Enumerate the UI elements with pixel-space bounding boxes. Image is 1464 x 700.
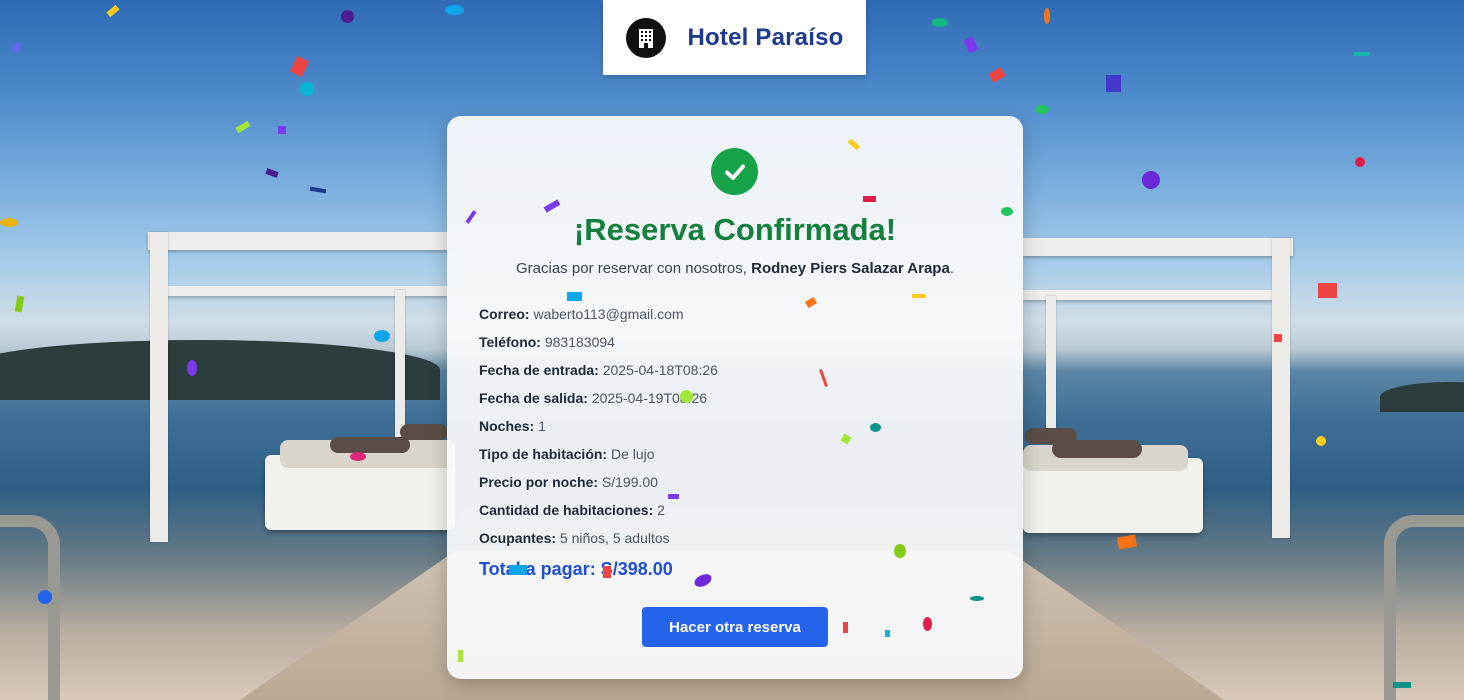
- detail-label: Teléfono:: [479, 334, 541, 350]
- confetti-piece: [290, 56, 309, 77]
- detail-label: Fecha de salida:: [479, 390, 588, 406]
- confetti-piece: [12, 41, 22, 53]
- detail-label: Tipo de habitación:: [479, 446, 608, 462]
- thank-you-suffix: .: [949, 260, 954, 277]
- pergola-right-post: [1272, 238, 1290, 538]
- confetti-piece: [1393, 682, 1411, 688]
- confetti-piece: [265, 168, 279, 178]
- confetti-piece: [680, 390, 693, 403]
- confetti-piece: [1106, 75, 1121, 92]
- detail-value: waberto113@gmail.com: [533, 306, 684, 322]
- confetti-piece: [106, 4, 120, 18]
- confetti-piece: [235, 120, 251, 134]
- booking-details: Correo: waberto113@gmail.com Teléfono: 9…: [479, 304, 718, 556]
- confetti-piece: [603, 566, 611, 578]
- detail-check-in: Fecha de entrada: 2025-04-18T08:26: [479, 360, 718, 388]
- detail-value: 983183094: [544, 334, 615, 350]
- confetti-piece: [912, 294, 926, 298]
- confetti-piece: [567, 292, 582, 301]
- pergola-right-post-back: [1046, 296, 1056, 436]
- island-left: [0, 340, 440, 400]
- confetti-piece: [309, 186, 327, 194]
- confetti-piece: [668, 494, 679, 499]
- confetti-piece: [894, 544, 906, 558]
- hotel-name: Hotel Paraíso: [687, 23, 844, 51]
- confetti-piece: [1316, 436, 1326, 446]
- confetti-piece: [885, 630, 890, 637]
- detail-label: Correo:: [479, 306, 530, 322]
- confetti-piece: [863, 196, 876, 202]
- pergola-left-beam: [148, 232, 448, 250]
- detail-value: 1: [538, 418, 546, 434]
- confetti-piece: [932, 18, 948, 27]
- detail-room-count: Cantidad de habitaciones: 2: [479, 500, 718, 528]
- confetti-piece: [341, 10, 354, 23]
- railing-left: [0, 515, 60, 700]
- detail-phone: Teléfono: 983183094: [479, 332, 718, 360]
- detail-occupants: Ocupantes: 5 niños, 5 adultos: [479, 528, 718, 556]
- confetti-piece: [963, 36, 979, 54]
- check-circle-icon: [711, 148, 758, 195]
- detail-price-per-night: Precio por noche: S/199.00: [479, 472, 718, 500]
- confetti-piece: [1318, 283, 1337, 298]
- thank-you-message: Gracias por reservar con nosotros, Rodne…: [447, 260, 1023, 277]
- hotel-brand-header: Hotel Paraíso: [603, 0, 866, 75]
- detail-label: Ocupantes:: [479, 530, 557, 546]
- pergola-right-beam-back: [1023, 290, 1283, 300]
- confetti-piece: [445, 5, 464, 15]
- detail-value: 5 niños, 5 adultos: [559, 530, 670, 546]
- confetti-piece: [1354, 52, 1370, 56]
- detail-room-type: Tipo de habitación: De lujo: [479, 444, 718, 472]
- detail-label: Fecha de entrada:: [479, 362, 599, 378]
- pillow-left: [330, 437, 410, 453]
- confetti-piece: [843, 622, 848, 633]
- confetti-piece: [1355, 157, 1365, 167]
- confetti-piece: [1035, 105, 1049, 114]
- guest-name: Rodney Piers Salazar Arapa: [751, 260, 950, 277]
- pergola-right-beam: [1023, 238, 1293, 256]
- island-right: [1380, 382, 1464, 412]
- hotel-building-icon: [625, 17, 666, 58]
- confetti-piece: [350, 452, 366, 461]
- confetti-piece: [988, 67, 1006, 83]
- detail-label: Noches:: [479, 418, 535, 434]
- detail-value: S/199.00: [601, 474, 658, 490]
- detail-label: Precio por noche:: [479, 474, 599, 490]
- pillow-right-2: [1025, 428, 1077, 444]
- confetti-piece: [300, 82, 314, 96]
- confirmation-title: ¡Reserva Confirmada!: [573, 212, 897, 247]
- pergola-left-post-back: [395, 290, 405, 440]
- confetti-piece: [923, 617, 932, 631]
- detail-value: 2: [657, 502, 665, 518]
- confetti-piece: [0, 218, 18, 227]
- confetti-piece: [1274, 334, 1282, 342]
- confetti-piece: [1117, 534, 1137, 550]
- confetti-piece: [374, 330, 390, 342]
- pillow-left-2: [400, 424, 448, 440]
- confetti-piece: [1142, 171, 1160, 189]
- detail-value: 2025-04-18T08:26: [602, 362, 718, 378]
- thank-you-prefix: Gracias por reservar con nosotros,: [516, 260, 747, 277]
- detail-label: Cantidad de habitaciones:: [479, 502, 654, 518]
- confetti-piece: [1044, 8, 1050, 24]
- confetti-piece: [14, 295, 25, 313]
- new-booking-button[interactable]: Hacer otra reserva: [642, 607, 828, 647]
- confetti-piece: [278, 126, 286, 134]
- confetti-piece: [870, 423, 881, 432]
- detail-value: De lujo: [610, 446, 655, 462]
- detail-nights: Noches: 1: [479, 416, 718, 444]
- confetti-piece: [509, 565, 527, 575]
- pergola-left-post: [150, 232, 168, 542]
- confirmation-card: ¡Reserva Confirmada! Gracias por reserva…: [447, 116, 1023, 679]
- confetti-piece: [970, 596, 984, 601]
- confetti-piece: [458, 650, 463, 662]
- railing-right: [1384, 515, 1464, 700]
- confetti-piece: [38, 590, 52, 604]
- detail-email: Correo: waberto113@gmail.com: [479, 304, 718, 332]
- confetti-piece: [187, 360, 197, 376]
- confetti-piece: [1001, 207, 1013, 216]
